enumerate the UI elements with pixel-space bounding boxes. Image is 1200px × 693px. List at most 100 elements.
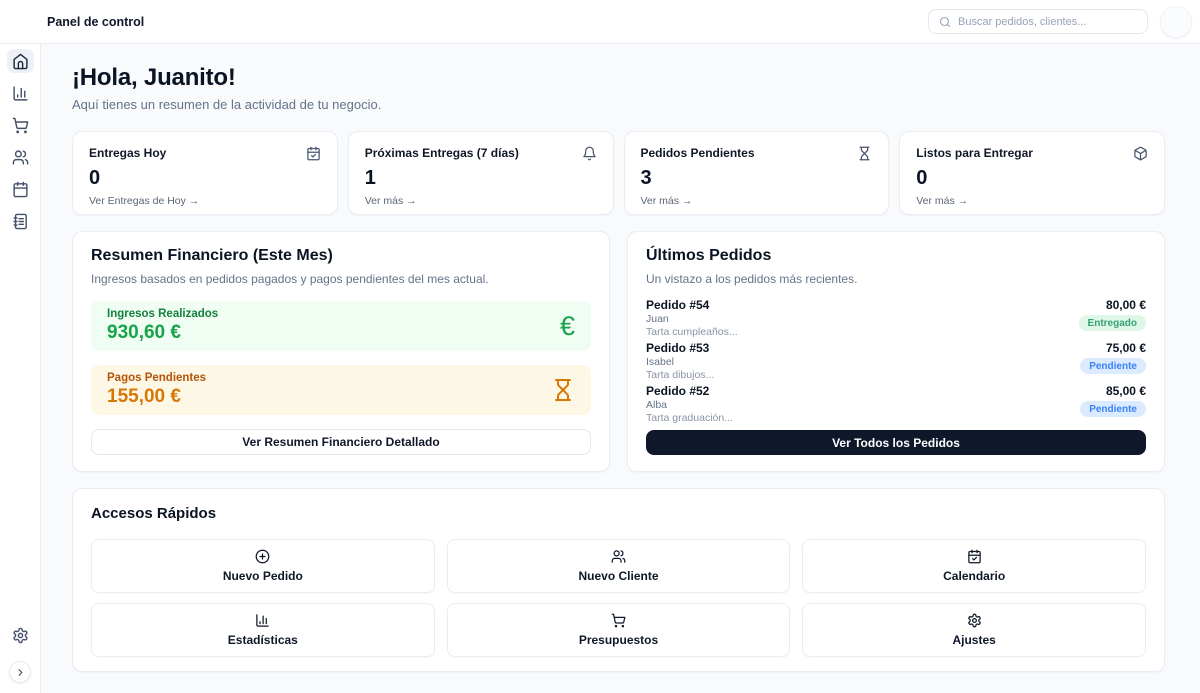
stat-title: Listos para Entregar <box>916 146 1033 160</box>
quick-settings-button[interactable]: Ajustes <box>802 603 1146 657</box>
sidebar-item-settings[interactable] <box>7 623 34 647</box>
stat-value: 0 <box>89 167 321 190</box>
income-amount: 930,60 € <box>107 322 218 344</box>
orders-subtitle: Un vistazo a los pedidos más recientes. <box>646 272 1146 286</box>
financial-title: Resumen Financiero (Este Mes) <box>91 247 591 265</box>
topbar: Panel de control <box>0 0 1200 44</box>
quick-button-label: Ajustes <box>952 633 995 647</box>
financial-summary-card: Resumen Financiero (Este Mes) Ingresos b… <box>72 231 610 472</box>
order-product: Tarta graduación... <box>646 412 733 424</box>
main-content: ¡Hola, Juanito! Aquí tienes un resumen d… <box>41 44 1200 672</box>
quick-statistics-button[interactable]: Estadísticas <box>91 603 435 657</box>
quick-button-label: Calendario <box>943 569 1005 583</box>
stats-row: Entregas Hoy 0 Ver Entregas de Hoy → Pró… <box>72 131 1165 215</box>
avatar[interactable] <box>1160 6 1192 38</box>
order-price: 85,00 € <box>1080 384 1146 398</box>
sidebar-item-statistics[interactable] <box>7 81 34 105</box>
order-product: Tarta dibujos... <box>646 369 714 381</box>
stat-value: 1 <box>365 167 597 190</box>
euro-icon: € <box>560 311 575 342</box>
order-product: Tarta cumpleaños... <box>646 326 738 338</box>
order-customer: Juan <box>646 313 738 325</box>
order-price: 75,00 € <box>1080 341 1146 355</box>
quick-access-title: Accesos Rápidos <box>91 505 1146 522</box>
quick-button-label: Nuevo Pedido <box>223 569 303 583</box>
order-id: Pedido #52 <box>646 384 733 398</box>
sidebar-collapse-button[interactable] <box>9 661 31 683</box>
quick-new-client-button[interactable]: Nuevo Cliente <box>447 539 791 593</box>
stat-title: Próximas Entregas (7 días) <box>365 146 519 160</box>
sidebar-item-calendar[interactable] <box>7 177 34 201</box>
stat-title: Pedidos Pendientes <box>641 146 755 160</box>
order-price: 80,00 € <box>1079 298 1146 312</box>
search-input[interactable] <box>958 16 1137 28</box>
sidebar-item-dashboard[interactable] <box>7 49 34 73</box>
income-panel: Ingresos Realizados 930,60 € € <box>91 301 591 351</box>
page-title: Panel de control <box>47 15 144 29</box>
greeting-subtitle: Aquí tienes un resumen de la actividad d… <box>72 97 1165 112</box>
status-badge: Entregado <box>1079 315 1146 331</box>
calendar-check-icon <box>306 146 321 161</box>
notebook-icon <box>12 213 29 230</box>
income-label: Ingresos Realizados <box>107 308 218 320</box>
quick-calendar-button[interactable]: Calendario <box>802 539 1146 593</box>
users-icon <box>12 149 29 166</box>
sidebar-item-notes[interactable] <box>7 209 34 233</box>
search-box[interactable] <box>928 9 1148 34</box>
pending-payments-panel: Pagos Pendientes 155,00 € <box>91 365 591 415</box>
stat-card-upcoming-deliveries: Próximas Entregas (7 días) 1 Ver más → <box>348 131 614 215</box>
quick-budgets-button[interactable]: Presupuestos <box>447 603 791 657</box>
status-badge: Pendiente <box>1080 358 1146 374</box>
users-icon <box>611 549 626 564</box>
order-customer: Isabel <box>646 356 714 368</box>
quick-access-card: Accesos Rápidos Nuevo Pedido Nuevo Clien… <box>72 488 1165 672</box>
hourglass-icon <box>551 378 575 402</box>
cart-icon <box>12 117 29 134</box>
stat-link-ready-to-deliver[interactable]: Ver más → <box>916 195 968 207</box>
pending-label: Pagos Pendientes <box>107 372 206 384</box>
orders-title: Últimos Pedidos <box>646 247 1146 265</box>
package-icon <box>1133 146 1148 161</box>
quick-new-order-button[interactable]: Nuevo Pedido <box>91 539 435 593</box>
hourglass-icon <box>857 146 872 161</box>
order-id: Pedido #53 <box>646 341 714 355</box>
orders-list: Pedido #54 Juan Tarta cumpleaños... 80,0… <box>646 298 1146 424</box>
order-id: Pedido #54 <box>646 298 738 312</box>
latest-orders-card: Últimos Pedidos Un vistazo a los pedidos… <box>627 231 1165 472</box>
chevron-right-icon <box>15 667 26 678</box>
quick-access-grid: Nuevo Pedido Nuevo Cliente Calendario Es… <box>91 539 1146 657</box>
quick-button-label: Nuevo Cliente <box>578 569 658 583</box>
sidebar <box>0 44 41 693</box>
stat-link-deliveries-today[interactable]: Ver Entregas de Hoy → <box>89 195 199 207</box>
view-all-orders-button[interactable]: Ver Todos los Pedidos <box>646 430 1146 455</box>
summary-row: Resumen Financiero (Este Mes) Ingresos b… <box>72 231 1165 472</box>
stat-title: Entregas Hoy <box>89 146 166 160</box>
gear-icon <box>967 613 982 628</box>
order-row[interactable]: Pedido #54 Juan Tarta cumpleaños... 80,0… <box>646 298 1146 338</box>
pending-amount: 155,00 € <box>107 386 206 408</box>
stat-value: 3 <box>641 167 873 190</box>
stat-value: 0 <box>916 167 1148 190</box>
sidebar-item-orders[interactable] <box>7 113 34 137</box>
quick-button-label: Estadísticas <box>228 633 298 647</box>
financial-subtitle: Ingresos basados en pedidos pagados y pa… <box>91 272 591 286</box>
bell-icon <box>582 146 597 161</box>
search-icon <box>939 16 951 28</box>
bar-chart-icon <box>255 613 270 628</box>
home-icon <box>12 53 29 70</box>
status-badge: Pendiente <box>1080 401 1146 417</box>
calendar-icon <box>12 181 29 198</box>
stat-link-upcoming-deliveries[interactable]: Ver más → <box>365 195 417 207</box>
greeting-title: ¡Hola, Juanito! <box>72 64 1165 92</box>
financial-detail-button[interactable]: Ver Resumen Financiero Detallado <box>91 429 591 455</box>
order-row[interactable]: Pedido #53 Isabel Tarta dibujos... 75,00… <box>646 341 1146 381</box>
sidebar-item-clients[interactable] <box>7 145 34 169</box>
stat-link-pending-orders[interactable]: Ver más → <box>641 195 693 207</box>
sidebar-bottom <box>7 623 34 683</box>
plus-circle-icon <box>255 549 270 564</box>
order-row[interactable]: Pedido #52 Alba Tarta graduación... 85,0… <box>646 384 1146 424</box>
stat-card-deliveries-today: Entregas Hoy 0 Ver Entregas de Hoy → <box>72 131 338 215</box>
cart-icon <box>611 613 626 628</box>
bar-chart-icon <box>12 85 29 102</box>
quick-button-label: Presupuestos <box>579 633 658 647</box>
